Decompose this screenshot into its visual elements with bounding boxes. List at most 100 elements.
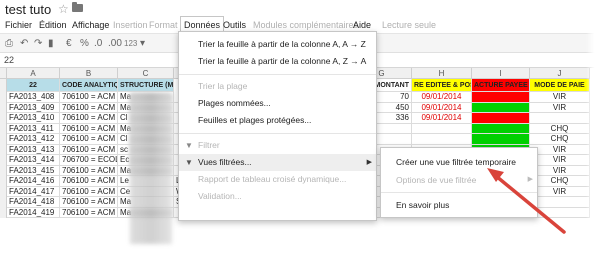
header-cell-editee[interactable]: RE EDITEE & POS bbox=[412, 79, 472, 92]
header-cell-structure[interactable]: STRUCTURE (ME bbox=[118, 79, 174, 92]
cell-h[interactable]: 09/01/2014 bbox=[412, 113, 472, 124]
row-header[interactable] bbox=[0, 144, 7, 155]
cell-a[interactable]: FA2013_415 bbox=[7, 165, 60, 176]
cell-h[interactable]: 09/01/2014 bbox=[412, 102, 472, 113]
menu-item-sort-za[interactable]: Trier la feuille à partir de la colonne … bbox=[179, 53, 376, 70]
row-header[interactable] bbox=[0, 134, 7, 145]
corner-cell[interactable] bbox=[0, 68, 7, 79]
menu-item-validation[interactable]: Validation... bbox=[179, 188, 376, 205]
cell-i[interactable] bbox=[472, 92, 530, 103]
percent-icon[interactable]: % bbox=[80, 38, 89, 50]
cell-a[interactable]: FA2013_413 bbox=[7, 144, 60, 155]
cell-a[interactable]: FA2013_408 bbox=[7, 92, 60, 103]
menu-insertion[interactable]: Insertion bbox=[111, 18, 150, 32]
cell-j[interactable] bbox=[530, 197, 590, 208]
cell-a[interactable]: FA2013_412 bbox=[7, 134, 60, 145]
paint-format-icon[interactable]: ▮ bbox=[48, 38, 54, 50]
menu-item-sort-range[interactable]: Trier la plage bbox=[179, 78, 376, 95]
menu-item-protected-sheets[interactable]: Feuilles et plages protégées... bbox=[179, 112, 376, 129]
cell-h[interactable]: 09/01/2014 bbox=[412, 92, 472, 103]
row-header[interactable] bbox=[0, 207, 7, 218]
header-cell-code-analytique[interactable]: CODE ANALYTIQUE bbox=[60, 79, 118, 92]
chevron-down-icon[interactable]: ▾ bbox=[140, 38, 145, 50]
menu-aide[interactable]: Aide bbox=[351, 18, 373, 32]
header-cell-mode-paiement[interactable]: MODE DE PAIE bbox=[530, 79, 590, 92]
cell-b[interactable]: 706100 = ACM bbox=[60, 197, 118, 208]
cell-b[interactable]: 706100 = ACM bbox=[60, 113, 118, 124]
menu-item-pivot-table[interactable]: Rapport de tableau croisé dynamique... bbox=[179, 171, 376, 188]
row-header[interactable] bbox=[0, 113, 7, 124]
row-header[interactable] bbox=[0, 186, 7, 197]
cell-a[interactable]: FA2014_417 bbox=[7, 186, 60, 197]
cell-j[interactable]: VIR bbox=[530, 186, 590, 197]
cell-a[interactable]: FA2013_411 bbox=[7, 123, 60, 134]
cell-j[interactable]: VIR bbox=[530, 165, 590, 176]
row-header[interactable] bbox=[0, 197, 7, 208]
cell-j[interactable]: VIR bbox=[530, 102, 590, 113]
cell-a[interactable]: FA2013_410 bbox=[7, 113, 60, 124]
menu-item-filter[interactable]: ▼ Filtrer bbox=[179, 137, 376, 154]
cell-j[interactable]: VIR bbox=[530, 155, 590, 166]
cell-b[interactable]: 706100 = ACM bbox=[60, 165, 118, 176]
cell-a[interactable]: FA2013_414 bbox=[7, 155, 60, 166]
row-header[interactable] bbox=[0, 79, 7, 92]
cell-i[interactable] bbox=[472, 134, 530, 145]
menu-item-filter-view-options[interactable]: Options de vue filtrée ▶ bbox=[381, 171, 537, 189]
cell-b[interactable]: 706100 = ACM bbox=[60, 176, 118, 187]
menu-fichier[interactable]: Fichier bbox=[3, 18, 34, 32]
menu-modules[interactable]: Modules complémentaires bbox=[251, 18, 360, 32]
col-header-b[interactable]: B bbox=[60, 68, 118, 79]
star-icon[interactable]: ☆ bbox=[58, 2, 69, 16]
cell-b[interactable]: 706100 = ACM bbox=[60, 186, 118, 197]
currency-icon[interactable]: € bbox=[66, 38, 72, 50]
menu-affichage[interactable]: Affichage bbox=[70, 18, 111, 32]
col-header-j[interactable]: J bbox=[530, 68, 590, 79]
redo-icon[interactable]: ↷ bbox=[34, 38, 42, 50]
cell-i[interactable] bbox=[472, 102, 530, 113]
menu-item-filter-views[interactable]: ▼ Vues filtrées... ▶ bbox=[179, 154, 376, 171]
cell-j[interactable]: CHQ bbox=[530, 176, 590, 187]
undo-icon[interactable]: ↶ bbox=[20, 38, 28, 50]
row-header[interactable] bbox=[0, 92, 7, 103]
cell-h[interactable] bbox=[412, 123, 472, 134]
menu-outils[interactable]: Outils bbox=[221, 18, 248, 32]
menu-item-create-temp-filter-view[interactable]: Créer une vue filtrée temporaire bbox=[381, 153, 537, 171]
cell-h[interactable] bbox=[412, 134, 472, 145]
menu-item-sort-az[interactable]: Trier la feuille à partir de la colonne … bbox=[179, 36, 376, 53]
folder-icon[interactable] bbox=[72, 2, 83, 12]
cell-a[interactable]: FA2014_416 bbox=[7, 176, 60, 187]
cell-b[interactable]: 706100 = ACM bbox=[60, 144, 118, 155]
cell-j[interactable]: CHQ bbox=[530, 123, 590, 134]
menu-format[interactable]: Format bbox=[147, 18, 180, 32]
cell-b[interactable]: 706100 = ACM bbox=[60, 134, 118, 145]
row-header[interactable] bbox=[0, 165, 7, 176]
cell-b[interactable]: 706100 = ACM bbox=[60, 207, 118, 218]
menu-item-learn-more[interactable]: En savoir plus bbox=[381, 196, 537, 214]
row-header[interactable] bbox=[0, 176, 7, 187]
col-header-i[interactable]: I bbox=[472, 68, 530, 79]
cell-j[interactable]: VIR bbox=[530, 144, 590, 155]
col-header-a[interactable]: A bbox=[7, 68, 60, 79]
row-header[interactable] bbox=[0, 155, 7, 166]
cell-j[interactable] bbox=[530, 113, 590, 124]
menu-edition[interactable]: Édition bbox=[37, 18, 69, 32]
row-header[interactable] bbox=[0, 102, 7, 113]
cell-j[interactable]: CHQ bbox=[530, 134, 590, 145]
cell-i[interactable] bbox=[472, 113, 530, 124]
cell-b[interactable]: 706100 = ACM bbox=[60, 102, 118, 113]
cell-j[interactable] bbox=[530, 207, 590, 218]
row-header[interactable] bbox=[0, 123, 7, 134]
decimal-increase-icon[interactable]: .00 bbox=[108, 38, 122, 50]
menu-item-named-ranges[interactable]: Plages nommées... bbox=[179, 95, 376, 112]
cell-a[interactable]: FA2013_409 bbox=[7, 102, 60, 113]
document-title[interactable]: test tuto bbox=[5, 2, 51, 17]
col-header-c[interactable]: C bbox=[118, 68, 174, 79]
cell-i[interactable] bbox=[472, 123, 530, 134]
more-formats-button[interactable]: 123 bbox=[124, 39, 137, 48]
cell-b[interactable]: 706100 = ACM bbox=[60, 123, 118, 134]
header-cell-a[interactable]: 22 bbox=[7, 79, 60, 92]
cell-a[interactable]: FA2014_418 bbox=[7, 197, 60, 208]
print-icon[interactable]: ⎙ bbox=[5, 38, 13, 50]
cell-a[interactable]: FA2014_419 bbox=[7, 207, 60, 218]
cell-j[interactable]: VIR bbox=[530, 92, 590, 103]
